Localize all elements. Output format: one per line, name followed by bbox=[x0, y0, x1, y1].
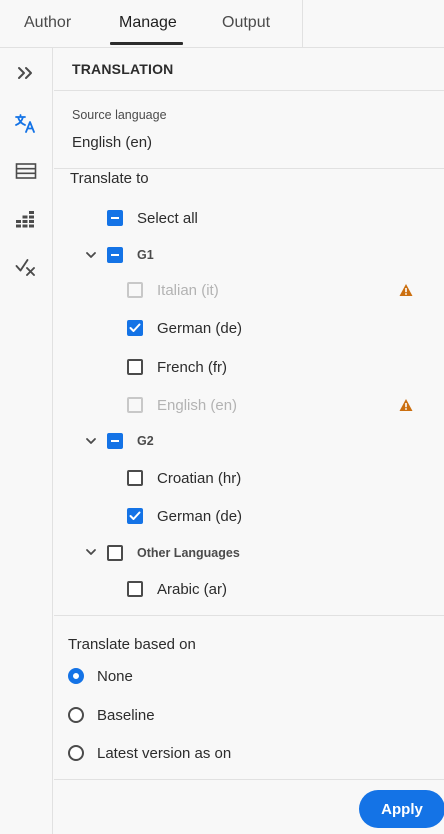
tab-author[interactable]: Author bbox=[24, 14, 71, 32]
language-label: Italian (it) bbox=[157, 281, 219, 299]
select-all-checkbox[interactable]: Select all bbox=[107, 207, 198, 229]
languages-divider bbox=[54, 615, 444, 616]
apply-button[interactable]: Apply bbox=[359, 790, 444, 828]
checkbox-disabled bbox=[127, 282, 143, 298]
language-label: French (fr) bbox=[157, 358, 228, 376]
language-italian-checkbox[interactable]: Italian (it) bbox=[127, 279, 219, 301]
tab-bar: Author Manage Output bbox=[0, 0, 444, 48]
left-rail bbox=[0, 48, 53, 834]
translate-to-label: Translate to bbox=[70, 170, 149, 187]
warning-icon bbox=[399, 284, 413, 296]
radio-label: Baseline bbox=[97, 706, 155, 724]
chevron-down-icon[interactable] bbox=[84, 248, 98, 262]
radio-unselected bbox=[68, 745, 84, 761]
checkbox-partial bbox=[107, 247, 123, 263]
radio-unselected bbox=[68, 707, 84, 723]
language-label: Arabic (ar) bbox=[157, 580, 228, 598]
translate-icon[interactable] bbox=[9, 108, 43, 138]
tab-manage[interactable]: Manage bbox=[119, 14, 177, 32]
language-label: German (de) bbox=[157, 319, 243, 337]
group-other-languages-checkbox[interactable]: Other Languages bbox=[107, 542, 240, 564]
checkbox-unchecked bbox=[127, 359, 143, 375]
checkbox-disabled bbox=[127, 397, 143, 413]
language-label: German (de) bbox=[157, 507, 243, 525]
footer-divider bbox=[54, 779, 444, 780]
group-label: G1 bbox=[137, 248, 154, 262]
checkbox-partial bbox=[107, 433, 123, 449]
radio-none[interactable]: None bbox=[68, 665, 133, 687]
radio-label: Latest version as on bbox=[97, 744, 232, 762]
group-label: G2 bbox=[137, 434, 154, 448]
expand-panel-icon[interactable] bbox=[9, 58, 43, 88]
language-croatian-checkbox[interactable]: Croatian (hr) bbox=[127, 467, 241, 489]
translate-based-on-label: Translate based on bbox=[68, 636, 196, 653]
group-label: Other Languages bbox=[137, 546, 240, 560]
language-arabic-checkbox[interactable]: Arabic (ar) bbox=[127, 578, 227, 600]
language-label: Croatian (hr) bbox=[157, 469, 242, 487]
checkbox-checked bbox=[127, 508, 143, 524]
select-all-label: Select all bbox=[137, 209, 198, 227]
language-german-checkbox[interactable]: German (de) bbox=[127, 317, 242, 339]
panel-title: TRANSLATION bbox=[72, 61, 174, 77]
checkbox-unchecked bbox=[127, 581, 143, 597]
list-icon[interactable] bbox=[9, 156, 43, 186]
language-label: English (en) bbox=[157, 396, 238, 414]
tab-divider bbox=[302, 0, 303, 48]
radio-selected bbox=[68, 668, 84, 684]
radio-baseline[interactable]: Baseline bbox=[68, 704, 155, 726]
checkbox-checked bbox=[127, 320, 143, 336]
title-divider bbox=[54, 90, 444, 91]
source-language-label: Source language bbox=[72, 108, 167, 122]
active-tab-indicator bbox=[110, 42, 183, 45]
warning-icon bbox=[399, 399, 413, 411]
checkbox-unchecked bbox=[107, 545, 123, 561]
translation-panel: TRANSLATION Source language English (en)… bbox=[54, 48, 444, 834]
radio-label: None bbox=[97, 667, 133, 685]
checkbox-unchecked bbox=[127, 470, 143, 486]
group-g2-checkbox[interactable]: G2 bbox=[107, 430, 154, 452]
tab-output[interactable]: Output bbox=[222, 14, 270, 32]
source-language-value: English (en) bbox=[72, 134, 153, 151]
checkbox-partial bbox=[107, 210, 123, 226]
language-french-checkbox[interactable]: French (fr) bbox=[127, 356, 227, 378]
source-divider bbox=[54, 168, 444, 169]
language-german-g2-checkbox[interactable]: German (de) bbox=[127, 505, 242, 527]
chevron-down-icon[interactable] bbox=[84, 545, 98, 559]
group-g1-checkbox[interactable]: G1 bbox=[107, 244, 154, 266]
review-check-icon[interactable] bbox=[9, 252, 43, 282]
radio-latest-version[interactable]: Latest version as on bbox=[68, 742, 231, 764]
chevron-down-icon[interactable] bbox=[84, 434, 98, 448]
report-icon[interactable] bbox=[9, 204, 43, 234]
language-english-checkbox[interactable]: English (en) bbox=[127, 394, 237, 416]
